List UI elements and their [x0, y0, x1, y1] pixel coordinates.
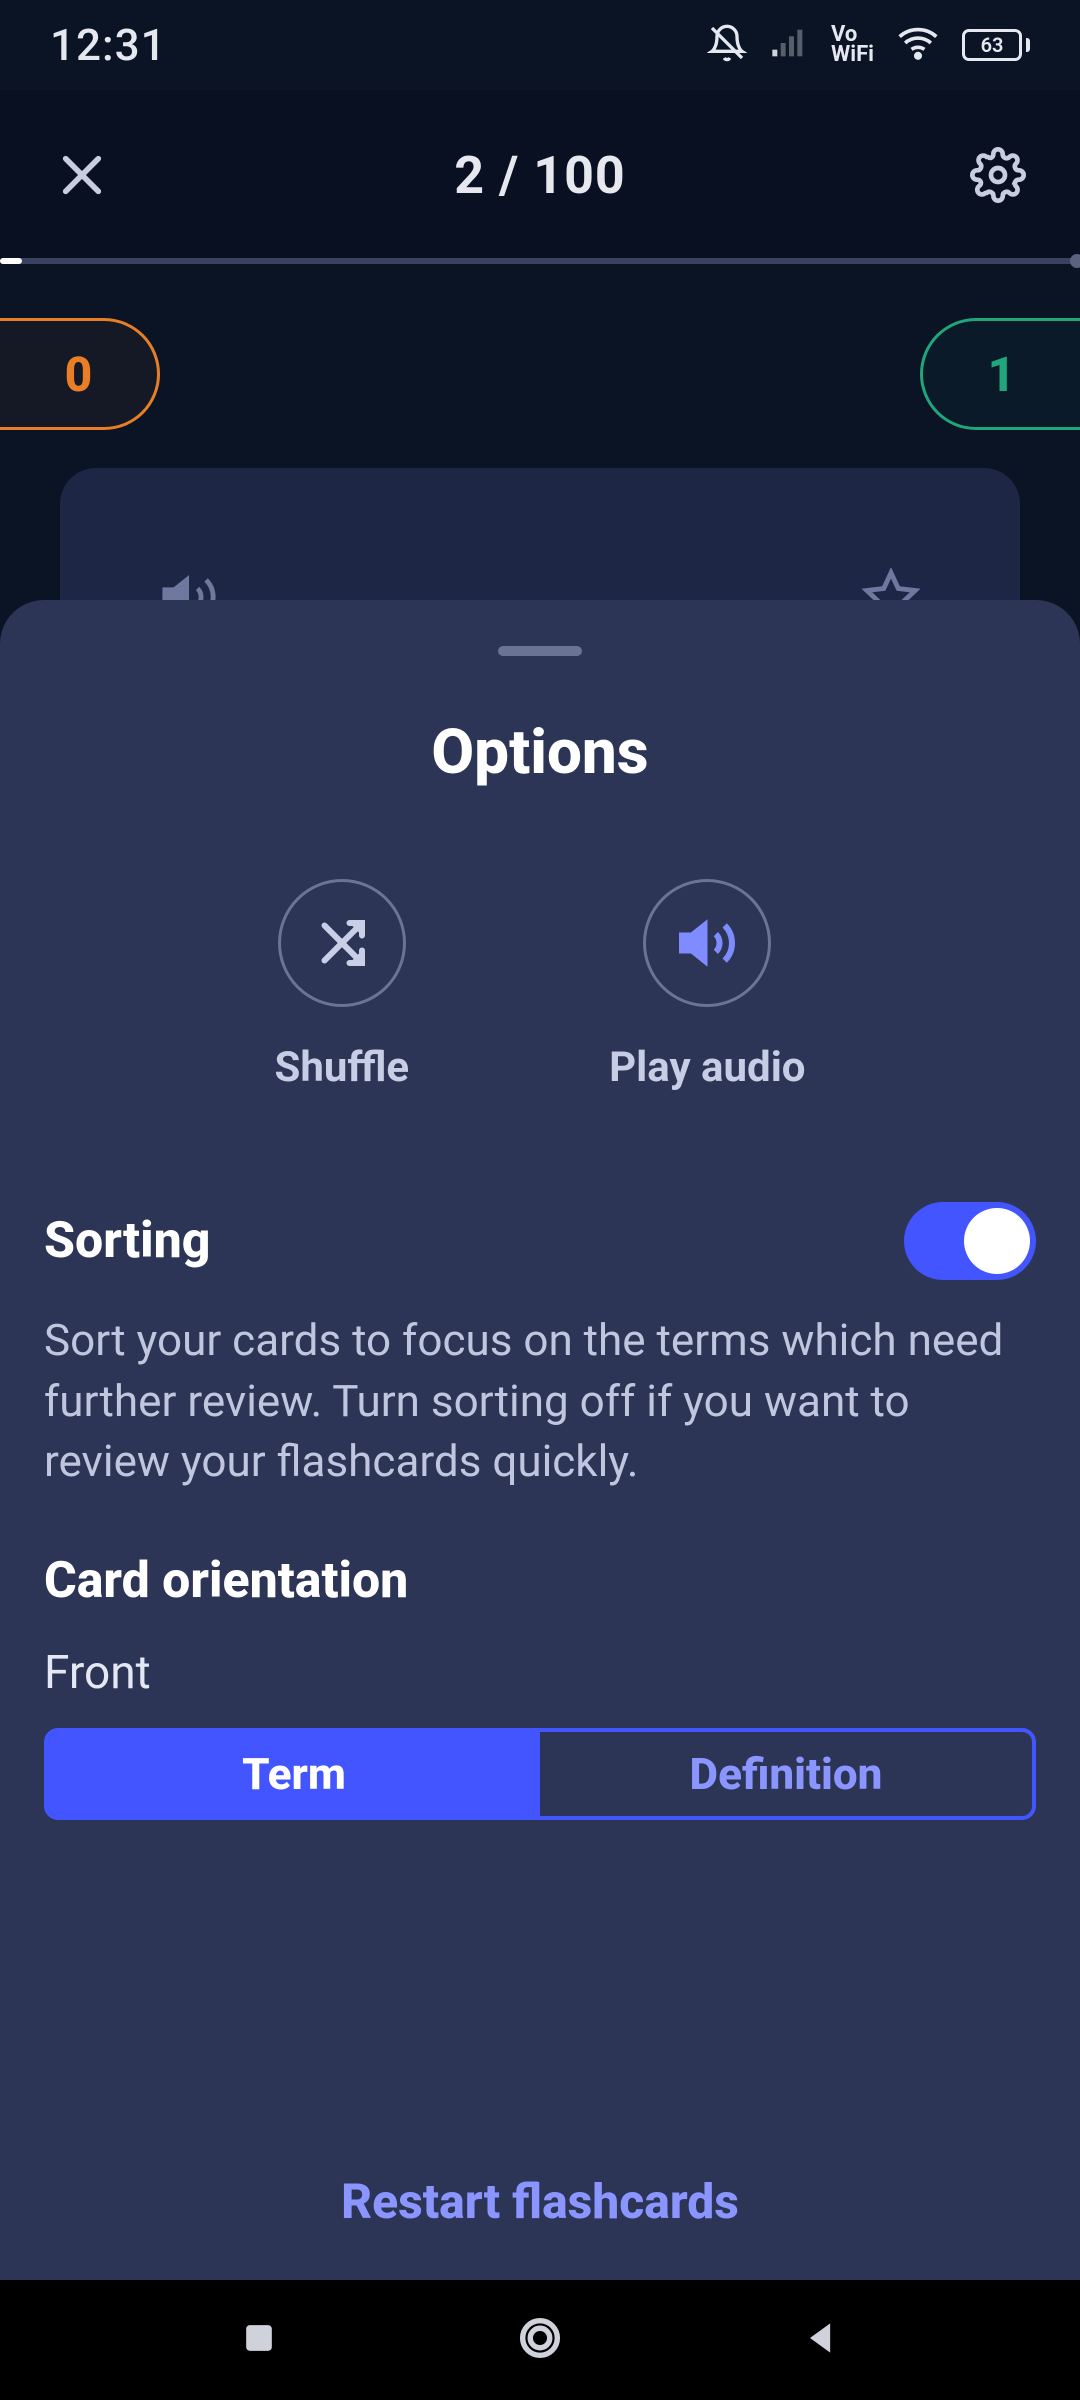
battery-indicator: 63 — [962, 29, 1030, 61]
score-left-pill: 0 — [0, 318, 160, 430]
play-audio-icon — [643, 879, 771, 1007]
settings-button[interactable] — [968, 145, 1028, 205]
back-button[interactable] — [799, 2316, 843, 2364]
app-bar: 2 / 100 — [0, 90, 1080, 260]
battery-level: 63 — [962, 29, 1022, 61]
orientation-segmented: Term Definition — [44, 1728, 1036, 1820]
home-button[interactable] — [514, 2312, 566, 2368]
segment-term[interactable]: Term — [48, 1732, 540, 1816]
segment-definition[interactable]: Definition — [540, 1732, 1032, 1816]
sheet-title: Options — [44, 716, 1036, 789]
sorting-toggle[interactable] — [904, 1202, 1036, 1280]
recents-button[interactable] — [237, 2316, 281, 2364]
shuffle-option[interactable]: Shuffle — [274, 879, 409, 1092]
signal-icon — [769, 23, 809, 67]
orientation-section: Card orientation Front Term Definition — [44, 1552, 1036, 1820]
status-bar: 12:31 Vo WiFi 63 — [0, 0, 1080, 90]
orientation-front-label: Front — [44, 1646, 1036, 1700]
orientation-title: Card orientation — [44, 1552, 1036, 1610]
play-audio-label: Play audio — [609, 1043, 805, 1092]
status-indicators: Vo WiFi 63 — [707, 21, 1030, 69]
progress-counter: 2 / 100 — [0, 145, 1080, 206]
score-left-value: 0 — [65, 346, 93, 403]
options-sheet: Options Shuffle Play audio Sorting Sort … — [0, 600, 1080, 2280]
score-right-pill: 1 — [920, 318, 1080, 430]
sorting-title: Sorting — [44, 1212, 210, 1270]
sorting-section: Sorting Sort your cards to focus on the … — [44, 1202, 1036, 1492]
sheet-grab-handle[interactable] — [498, 646, 582, 656]
shuffle-label: Shuffle — [274, 1043, 409, 1092]
play-audio-option[interactable]: Play audio — [609, 879, 805, 1092]
status-time: 12:31 — [50, 19, 167, 71]
sorting-description: Sort your cards to focus on the terms wh… — [44, 1310, 1036, 1492]
score-right-value: 1 — [988, 346, 1016, 403]
close-button[interactable] — [52, 145, 112, 205]
option-row: Shuffle Play audio — [44, 879, 1036, 1092]
bell-off-icon — [707, 23, 747, 67]
system-nav-bar — [0, 2280, 1080, 2400]
vowifi-label: Vo WiFi — [831, 25, 874, 65]
progress-bar — [0, 258, 1080, 264]
wifi-icon — [896, 21, 940, 69]
restart-flashcards-button[interactable]: Restart flashcards — [44, 2173, 1036, 2230]
shuffle-icon — [278, 879, 406, 1007]
